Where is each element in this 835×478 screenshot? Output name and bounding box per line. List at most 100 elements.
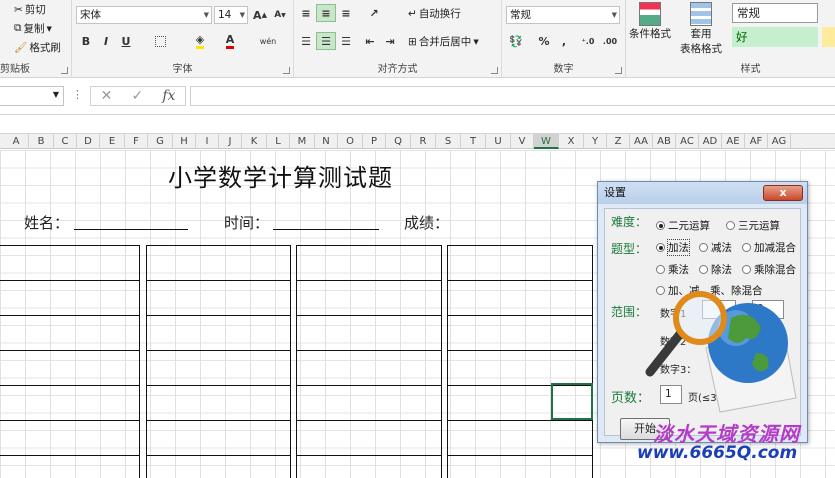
column-header-af[interactable]: AF xyxy=(745,134,768,149)
column-header-m[interactable]: M xyxy=(290,134,315,149)
style-normal[interactable]: 常规 xyxy=(732,3,818,23)
align-top-button[interactable]: ≡ xyxy=(296,4,316,22)
column-header-t[interactable]: T xyxy=(461,134,486,149)
align-left-button[interactable]: ☰ xyxy=(296,32,316,50)
column-header-ad[interactable]: AD xyxy=(699,134,722,149)
column-header-q[interactable]: Q xyxy=(386,134,411,149)
column-header-u[interactable]: U xyxy=(486,134,511,149)
fill-color-button[interactable]: ◈ xyxy=(190,32,210,50)
column-header-ab[interactable]: AB xyxy=(653,134,676,149)
radio-add[interactable]: 加法 xyxy=(656,239,690,256)
underline-button[interactable]: U xyxy=(116,32,136,50)
radio-mul-div[interactable]: 乘除混合 xyxy=(742,262,796,277)
merge-center-button[interactable]: ⊞ 合并后居中 ▼ xyxy=(408,34,479,49)
number-launcher[interactable] xyxy=(615,67,622,74)
cut-button[interactable]: ✂ 剪切 xyxy=(14,2,46,17)
style-good[interactable]: 好 xyxy=(732,27,818,47)
splitter-handle[interactable]: ⋮ xyxy=(72,88,83,101)
bold-button[interactable]: B xyxy=(76,32,96,50)
format-as-table-button[interactable]: 套用 表格格式 xyxy=(674,2,728,56)
percent-button[interactable]: % xyxy=(534,32,554,50)
column-header-d[interactable]: D xyxy=(77,134,100,149)
column-header-i[interactable]: I xyxy=(196,134,219,149)
enter-icon[interactable]: ✓ xyxy=(131,88,143,104)
style-neutral-edge[interactable] xyxy=(822,27,835,47)
answer-line xyxy=(0,350,140,351)
orientation-button[interactable]: ↗ xyxy=(364,4,384,22)
column-header-y[interactable]: Y xyxy=(584,134,607,149)
column-header-e[interactable]: E xyxy=(100,134,125,149)
formula-bar: ▼ ⋮ ✕ ✓ fx xyxy=(0,79,835,115)
radio-selected-icon xyxy=(656,221,665,230)
clipboard-launcher[interactable] xyxy=(61,67,68,74)
column-header-aa[interactable]: AA xyxy=(630,134,653,149)
align-right-button[interactable]: ☰ xyxy=(336,32,356,50)
function-icon[interactable]: fx xyxy=(162,88,175,104)
conditional-format-button[interactable]: 条件格式 xyxy=(628,2,672,41)
align-bottom-button[interactable]: ≡ xyxy=(336,4,356,22)
font-size-select[interactable]: 14 ▼ xyxy=(214,6,248,24)
align-middle-button[interactable]: ≡ xyxy=(316,4,336,22)
column-header-x[interactable]: X xyxy=(559,134,584,149)
column-header-o[interactable]: O xyxy=(338,134,363,149)
column-header-z[interactable]: Z xyxy=(607,134,630,149)
wrap-text-button[interactable]: ↵ 自动换行 xyxy=(408,6,461,21)
close-button[interactable]: x xyxy=(763,185,803,201)
column-header-h[interactable]: H xyxy=(173,134,196,149)
comma-button[interactable]: , xyxy=(554,32,574,50)
font-launcher[interactable] xyxy=(283,67,290,74)
column-header-l[interactable]: L xyxy=(267,134,290,149)
column-header-v[interactable]: V xyxy=(511,134,534,149)
number-group: 常规 ▼ 💱 % , ⁺.0 .00 数字 xyxy=(502,0,626,78)
column-header-c[interactable]: C xyxy=(54,134,77,149)
cancel-icon[interactable]: ✕ xyxy=(101,88,113,104)
grow-font-button[interactable]: A ▲ xyxy=(250,6,270,24)
answer-line xyxy=(0,455,140,456)
column-header-n[interactable]: N xyxy=(315,134,338,149)
radio-binary[interactable]: 二元运算 xyxy=(656,218,710,233)
styles-group-label: 样式 xyxy=(740,64,761,75)
radio-ternary[interactable]: 三元运算 xyxy=(726,218,780,233)
copy-button[interactable]: ⧉ 复制 ▼ xyxy=(14,21,52,36)
decrease-indent-button[interactable]: ⇤ xyxy=(360,32,380,50)
alignment-launcher[interactable] xyxy=(491,67,498,74)
watermark-url: www.6665Q.com xyxy=(637,443,798,463)
magnifier-handle xyxy=(645,329,685,377)
border-button[interactable] xyxy=(150,32,170,50)
formula-input[interactable] xyxy=(190,86,835,106)
font-name-select[interactable]: 宋体 ▼ xyxy=(76,6,212,24)
name-label: 姓名： xyxy=(24,214,70,232)
active-cell[interactable] xyxy=(551,383,593,420)
increase-indent-button[interactable]: ⇥ xyxy=(380,32,400,50)
column-header-ag[interactable]: AG xyxy=(768,134,791,149)
format-painter-button[interactable]: 🖌 格式刷 xyxy=(14,40,61,55)
column-header-a[interactable]: A xyxy=(4,134,29,149)
radio-add-sub[interactable]: 加减混合 xyxy=(742,240,796,255)
radio-divide[interactable]: 除法 xyxy=(699,262,732,277)
column-header-f[interactable]: F xyxy=(125,134,148,149)
phonetic-button[interactable]: wén xyxy=(258,32,278,50)
decrease-decimal-button[interactable]: .00 xyxy=(600,32,620,50)
column-header-w[interactable]: W xyxy=(534,134,559,149)
name-box[interactable]: ▼ xyxy=(0,86,64,106)
radio-multiply[interactable]: 乘法 xyxy=(656,262,689,277)
radio-subtract[interactable]: 减法 xyxy=(699,240,732,255)
shrink-font-button[interactable]: A ▼ xyxy=(270,6,290,24)
column-header-ac[interactable]: AC xyxy=(676,134,699,149)
column-header-r[interactable]: R xyxy=(411,134,436,149)
column-header-g[interactable]: G xyxy=(148,134,173,149)
answer-line xyxy=(447,420,593,421)
type-label: 题型： xyxy=(611,242,648,256)
column-header-k[interactable]: K xyxy=(242,134,267,149)
accounting-button[interactable]: 💱 xyxy=(506,32,526,50)
column-header-p[interactable]: P xyxy=(363,134,386,149)
column-header-j[interactable]: J xyxy=(219,134,242,149)
column-header-ae[interactable]: AE xyxy=(722,134,745,149)
font-color-button[interactable]: A xyxy=(220,32,240,50)
increase-decimal-button[interactable]: ⁺.0 xyxy=(578,32,598,50)
italic-button[interactable]: I xyxy=(96,32,116,50)
number-format-select[interactable]: 常规 ▼ xyxy=(506,6,620,24)
align-center-button[interactable]: ☰ xyxy=(316,32,336,50)
column-header-b[interactable]: B xyxy=(29,134,54,149)
column-header-s[interactable]: S xyxy=(436,134,461,149)
